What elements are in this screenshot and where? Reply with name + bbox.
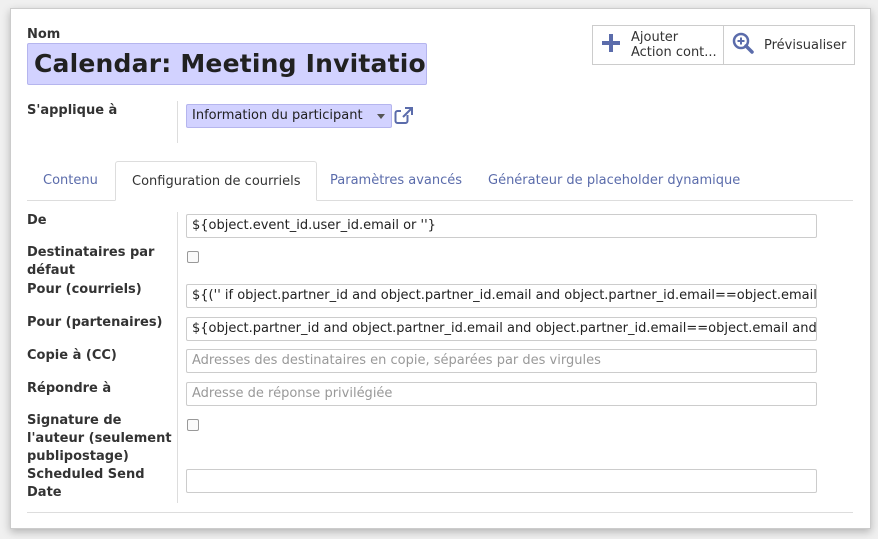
scheduled-date-label: Scheduled Send Date (27, 466, 145, 502)
to-emails-input[interactable]: ${('' if object.partner_id and object.pa… (186, 284, 817, 308)
label-line: Signature de (27, 413, 122, 428)
caret-down-icon (377, 114, 385, 119)
form-sheet: Nom Calendar: Meeting Invitation Ajouter… (10, 8, 871, 529)
plus-icon (601, 33, 621, 57)
from-input[interactable]: ${object.event_id.user_id.email or ''} (186, 214, 817, 238)
cc-input[interactable]: Adresses des destinataires en copie, sép… (186, 349, 817, 373)
label-line: Destinataires par (27, 245, 155, 260)
preview-label: Prévisualiser (764, 37, 847, 53)
label-line: Scheduled Send (27, 467, 145, 482)
separator (177, 101, 178, 143)
default-recipients-label: Destinataires par défaut (27, 244, 154, 280)
tab-contenu[interactable]: Contenu (27, 161, 114, 201)
to-partners-input[interactable]: ${object.partner_id and object.partner_i… (186, 317, 817, 341)
from-label: De (27, 213, 47, 228)
signature-checkbox[interactable] (187, 419, 199, 431)
label-line: Date (27, 485, 62, 500)
reply-to-input[interactable]: Adresse de réponse privilégiée (186, 382, 817, 406)
separator (177, 212, 178, 503)
cc-label: Copie à (CC) (27, 348, 117, 363)
tab-email-configuration[interactable]: Configuration de courriels (115, 161, 318, 201)
label-line: défaut (27, 263, 76, 278)
applies-select[interactable]: Information du participant (186, 104, 392, 128)
scheduled-date-input[interactable] (186, 469, 817, 493)
to-partners-label: Pour (partenaires) (27, 315, 163, 330)
applies-value: Information du participant (192, 108, 363, 123)
zoom-in-icon (732, 32, 754, 58)
signature-label: Signature de l'auteur (seulement publipo… (27, 412, 172, 466)
preview-button[interactable]: Prévisualiser (724, 26, 854, 64)
label-line: publipostage) (27, 449, 129, 464)
divider (27, 512, 853, 513)
tab-placeholder-generator[interactable]: Générateur de placeholder dynamique (472, 161, 756, 201)
to-emails-label: Pour (courriels) (27, 282, 142, 297)
external-link-icon[interactable] (394, 107, 414, 129)
label-line: l'auteur (seulement (27, 431, 172, 446)
reply-to-label: Répondre à (27, 381, 112, 396)
button-box: Ajouter Action cont... Prévisualiser (592, 25, 855, 65)
add-label-line2: Action cont... (631, 45, 717, 60)
applies-label: S'applique à (27, 103, 118, 118)
add-label-line1: Ajouter (631, 30, 679, 45)
default-recipients-checkbox[interactable] (187, 251, 199, 263)
name-input[interactable]: Calendar: Meeting Invitation (27, 43, 427, 85)
add-context-action-label: Ajouter Action cont... (631, 30, 719, 60)
name-label: Nom (27, 27, 61, 42)
tab-advanced-settings[interactable]: Paramètres avancés (314, 161, 478, 201)
add-context-action-button[interactable]: Ajouter Action cont... (593, 26, 724, 64)
